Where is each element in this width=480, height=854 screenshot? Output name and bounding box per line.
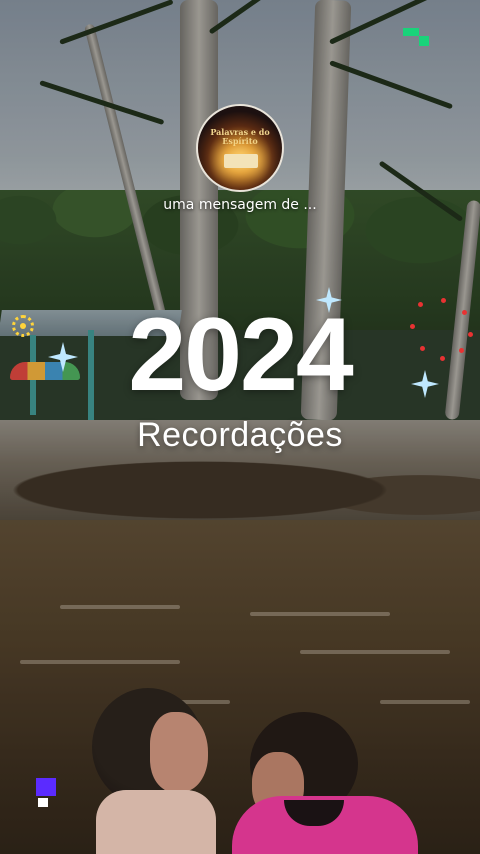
sparkle-icon <box>316 287 342 313</box>
sparkle-icon <box>48 342 78 372</box>
book-icon <box>224 154 258 168</box>
pixel-badge-icon <box>36 778 58 808</box>
profile-caption[interactable]: uma mensagem de ... <box>0 197 480 213</box>
sun-icon <box>12 315 34 337</box>
red-dot <box>459 348 464 353</box>
sparkle-icon <box>411 370 439 398</box>
profile-avatar[interactable]: Palavras e do Espírito <box>196 104 284 192</box>
red-dot <box>410 324 415 329</box>
red-dot <box>441 298 446 303</box>
red-dot <box>440 356 445 361</box>
red-dot <box>462 310 467 315</box>
avatar-text: Palavras e do Espírito <box>210 127 270 146</box>
red-dot <box>420 346 425 351</box>
headline-subtitle: Recordações <box>137 416 343 454</box>
red-dot <box>468 332 473 337</box>
pixel-badge-icon <box>403 28 433 48</box>
red-dot <box>418 302 423 307</box>
